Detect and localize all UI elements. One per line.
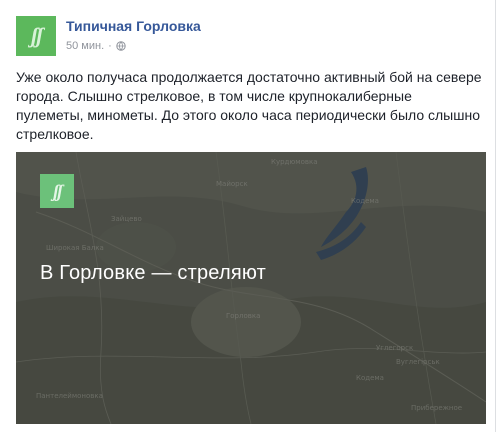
- image-logo: ʃʃ: [40, 174, 74, 208]
- post-timestamp[interactable]: 50 мин.: [66, 40, 104, 52]
- image-overlay: [16, 152, 486, 424]
- post-card: ʃʃ Типичная Горловка 50 мин. · Уже около…: [0, 0, 496, 432]
- page-logo-icon: ʃʃ: [30, 23, 44, 48]
- post-text: Уже около получаса продолжается достаточ…: [16, 69, 482, 142]
- page-logo-icon: ʃʃ: [53, 181, 63, 201]
- page-name-link[interactable]: Типичная Горловка: [66, 18, 201, 34]
- meta-separator: ·: [108, 40, 112, 52]
- globe-icon[interactable]: [116, 41, 126, 51]
- post-meta: 50 мин. ·: [66, 40, 126, 52]
- post-image[interactable]: Курдюмовка Кодема Зайцево Майорск Широка…: [16, 152, 486, 424]
- page-avatar[interactable]: ʃʃ: [16, 16, 56, 56]
- image-headline: В Горловке — стреляют: [40, 262, 266, 284]
